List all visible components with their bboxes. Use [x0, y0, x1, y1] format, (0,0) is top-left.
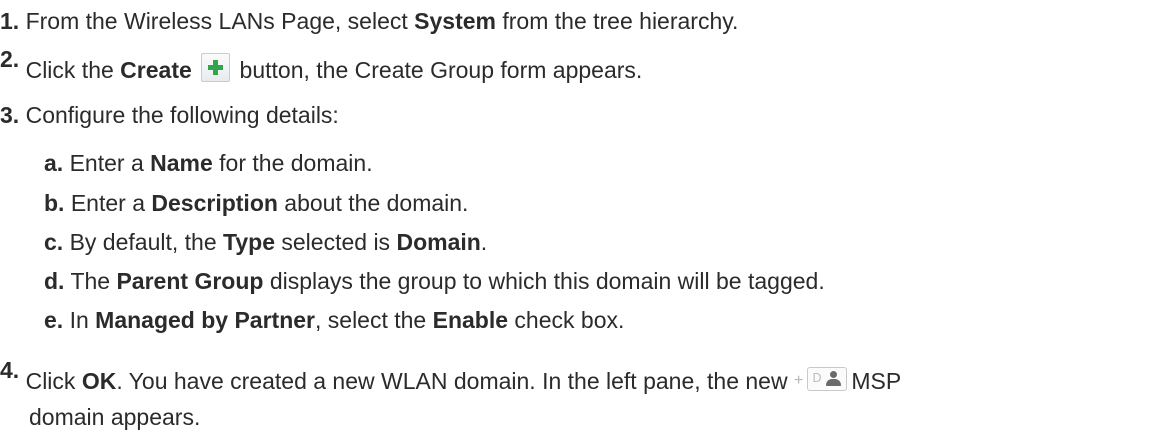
substep-text: displays the group to which this domain … — [263, 268, 825, 294]
substep-text: In — [69, 307, 96, 333]
substep-letter: d. — [44, 268, 65, 294]
term-type: Type — [223, 229, 275, 255]
step-2: 2. Click the Create button, the Create G… — [0, 46, 643, 84]
step-text: Click — [25, 368, 82, 394]
substep-e: e. In Managed by Partner, select the Ena… — [44, 307, 624, 334]
term-description: Description — [151, 190, 278, 216]
step-number: 2. — [0, 46, 20, 72]
substep-text: selected is — [275, 229, 397, 255]
substep-b: b. Enter a Description about the domain. — [44, 190, 468, 217]
term-system: System — [414, 8, 496, 34]
step-4: 4. Click OK. You have created a new WLAN… — [0, 357, 902, 395]
term-parent-group: Parent Group — [116, 268, 264, 294]
term-managed-by-partner: Managed by Partner — [95, 307, 315, 333]
step-number: 4. — [0, 357, 20, 383]
step-text: . You have created a new WLAN domain. In… — [116, 368, 794, 394]
create-plus-icon — [201, 53, 231, 82]
step-text: Click the — [25, 57, 121, 83]
substep-c: c. By default, the Type selected is Doma… — [44, 229, 487, 256]
substep-letter: a. — [44, 150, 64, 176]
substep-text: Enter a — [70, 190, 152, 216]
substep-text: By default, the — [69, 229, 224, 255]
substep-text: check box. — [508, 307, 625, 333]
substep-d: d. The Parent Group displays the group t… — [44, 268, 825, 295]
step-text: From the Wireless LANs Page, select — [25, 8, 415, 34]
plus-icon: + — [793, 372, 804, 389]
step-text: from the tree hierarchy. — [495, 8, 739, 34]
msp-domain-icon: D — [807, 367, 848, 391]
term-create: Create — [120, 57, 192, 83]
substep-text: for the domain. — [212, 150, 373, 176]
term-enable: Enable — [432, 307, 509, 333]
substep-text: , select the — [315, 307, 433, 333]
step-text: MSP — [851, 368, 902, 394]
substep-letter: e. — [44, 307, 64, 333]
step-text: domain appears. — [29, 404, 201, 430]
step-number: 1. — [0, 8, 20, 34]
substep-a: a. Enter a Name for the domain. — [44, 150, 373, 177]
substep-letter: c. — [44, 229, 64, 255]
substep-text: The — [70, 268, 117, 294]
step-4-continuation: domain appears. — [29, 404, 200, 431]
substep-letter: b. — [44, 190, 65, 216]
term-ok: OK — [81, 368, 117, 394]
step-3: 3. Configure the following details: — [0, 102, 339, 129]
step-text: button, the Create Group form appears. — [233, 57, 643, 83]
step-text: Configure the following details: — [25, 102, 339, 128]
msp-icon-letter: D — [812, 371, 822, 385]
substep-text: Enter a — [69, 150, 151, 176]
substep-text: . — [480, 229, 488, 255]
step-1: 1. From the Wireless LANs Page, select S… — [0, 8, 738, 35]
term-name: Name — [150, 150, 213, 176]
substep-text: about the domain. — [277, 190, 469, 216]
step-number: 3. — [0, 102, 20, 128]
term-domain: Domain — [396, 229, 481, 255]
